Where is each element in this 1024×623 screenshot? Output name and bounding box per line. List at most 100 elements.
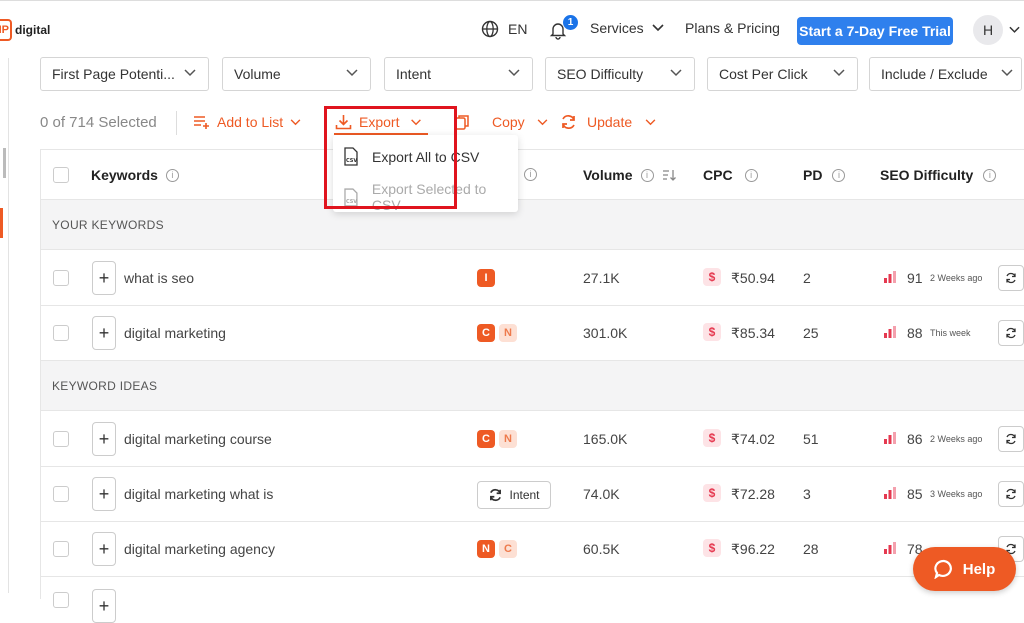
cpc-value: ₹74.02: [731, 431, 775, 447]
header-label: Keywords: [91, 167, 158, 183]
help-button[interactable]: Help: [913, 547, 1016, 591]
row-checkbox[interactable]: [53, 325, 69, 341]
dollar-icon: $: [703, 323, 721, 341]
difficulty-bars-icon: [884, 326, 896, 338]
table-row[interactable]: +: [41, 577, 1024, 623]
header-seo-difficulty[interactable]: SEO Difficulty i: [880, 167, 997, 183]
services-menu[interactable]: Services: [590, 20, 664, 36]
section-your-keywords: YOUR KEYWORDS: [41, 200, 1024, 250]
copy-button[interactable]: Copy: [455, 114, 548, 130]
select-all-checkbox[interactable]: [53, 167, 69, 183]
refresh-row-button[interactable]: [998, 426, 1024, 452]
filter-seo-difficulty[interactable]: SEO Difficulty: [545, 57, 695, 91]
rail-active-indicator: [0, 208, 3, 238]
intent-button-label: Intent: [509, 488, 540, 502]
copy-icon: [455, 114, 469, 130]
language-selector[interactable]: EN: [481, 20, 527, 38]
table-row[interactable]: + what is seo I 27.1K $ ₹50.94 2 91 2 We…: [41, 251, 1024, 306]
chevron-down-icon: [537, 118, 548, 125]
info-icon[interactable]: i: [165, 168, 179, 182]
keyword-text: digital marketing agency: [124, 541, 275, 557]
fetch-intent-button[interactable]: Intent: [477, 481, 551, 509]
plans-link[interactable]: Plans & Pricing: [685, 20, 780, 36]
add-keyword-button[interactable]: +: [92, 589, 116, 623]
info-icon[interactable]: i: [524, 168, 537, 181]
refresh-icon: [1006, 327, 1016, 339]
intent-commercial-badge: C: [477, 324, 495, 342]
header-keywords[interactable]: Keywords i: [91, 167, 179, 183]
free-trial-button[interactable]: Start a 7-Day Free Trial: [797, 17, 953, 45]
header-label: Volume: [583, 167, 633, 183]
keyword-text: digital marketing: [124, 325, 226, 341]
table-row[interactable]: + digital marketing course C N 165.0K $ …: [41, 412, 1024, 467]
row-checkbox[interactable]: [53, 270, 69, 286]
chevron-down-icon: [290, 118, 301, 125]
info-icon[interactable]: i: [832, 168, 846, 182]
dollar-icon: $: [703, 268, 721, 286]
keywords-table: Keywords i i Volume i CPC i PD i SEO Dif…: [40, 149, 1024, 623]
copy-label: Copy: [492, 114, 525, 130]
logo[interactable]: IP digital: [0, 19, 50, 41]
refresh-row-button[interactable]: [998, 320, 1024, 346]
chevron-down-icon[interactable]: [1009, 26, 1020, 34]
difficulty-bars-icon: [884, 487, 896, 499]
row-checkbox[interactable]: [53, 486, 69, 502]
seo-difficulty-value: 85: [907, 486, 923, 502]
header-volume[interactable]: Volume i: [583, 167, 676, 183]
chevron-down-icon: [833, 69, 845, 77]
row-checkbox[interactable]: [53, 431, 69, 447]
dollar-icon: $: [703, 539, 721, 557]
pd-value: 2: [803, 270, 811, 286]
refresh-row-button[interactable]: [998, 481, 1024, 507]
header-cpc[interactable]: CPC i: [703, 167, 758, 183]
cpc-value: ₹85.34: [731, 325, 775, 341]
filter-intent[interactable]: Intent: [384, 57, 533, 91]
table-row[interactable]: + digital marketing what is Intent 74.0K…: [41, 467, 1024, 522]
add-keyword-button[interactable]: +: [92, 316, 116, 350]
pd-value: 3: [803, 486, 811, 502]
add-keyword-button[interactable]: +: [92, 261, 116, 295]
filter-include-exclude[interactable]: Include / Exclude: [869, 57, 1022, 91]
seo-difficulty-value: 91: [907, 270, 923, 286]
intent-badges: C N: [477, 324, 517, 342]
logo-mark: IP: [0, 19, 12, 41]
chevron-down-icon: [346, 69, 358, 77]
sort-icon[interactable]: [662, 169, 676, 181]
chevron-down-icon: [652, 24, 664, 32]
info-icon[interactable]: i: [640, 168, 654, 182]
table-row[interactable]: + digital marketing C N 301.0K $ ₹85.34 …: [41, 306, 1024, 361]
row-checkbox[interactable]: [53, 592, 69, 608]
add-to-list-button[interactable]: Add to List: [193, 114, 301, 130]
toolbar-divider: [176, 111, 177, 135]
table-header: Keywords i i Volume i CPC i PD i SEO Dif…: [41, 150, 1024, 200]
difficulty-bars-icon: [884, 542, 896, 554]
row-checkbox[interactable]: [53, 541, 69, 557]
refresh-icon: [1006, 488, 1016, 500]
filter-volume[interactable]: Volume: [222, 57, 371, 91]
selected-count: 0 of 714 Selected: [40, 114, 157, 131]
filter-cost-per-click[interactable]: Cost Per Click: [707, 57, 858, 91]
info-icon[interactable]: i: [983, 168, 997, 182]
globe-icon: [481, 20, 499, 38]
add-keyword-button[interactable]: +: [92, 477, 116, 511]
header-pd[interactable]: PD i: [803, 167, 846, 183]
info-icon[interactable]: i: [744, 168, 758, 182]
avatar[interactable]: H: [973, 15, 1003, 45]
table-row[interactable]: + digital marketing agency N C 60.5K $ ₹…: [41, 522, 1024, 577]
intent-navigational-badge: N: [477, 540, 495, 558]
filter-first-page-potential[interactable]: First Page Potenti...: [40, 57, 209, 91]
update-button[interactable]: Update: [560, 114, 656, 130]
refresh-icon: [490, 488, 502, 502]
refresh-row-button[interactable]: [998, 265, 1024, 291]
services-label: Services: [590, 20, 644, 36]
intent-badges: N C: [477, 540, 517, 558]
volume-value: 27.1K: [583, 270, 620, 286]
intent-badges: I: [477, 269, 495, 287]
cpc-value: ₹96.22: [731, 541, 775, 557]
chevron-down-icon: [508, 69, 520, 77]
volume-value: 301.0K: [583, 325, 628, 341]
volume-value: 60.5K: [583, 541, 620, 557]
add-keyword-button[interactable]: +: [92, 422, 116, 456]
add-keyword-button[interactable]: +: [92, 532, 116, 566]
dollar-icon: $: [703, 429, 721, 447]
